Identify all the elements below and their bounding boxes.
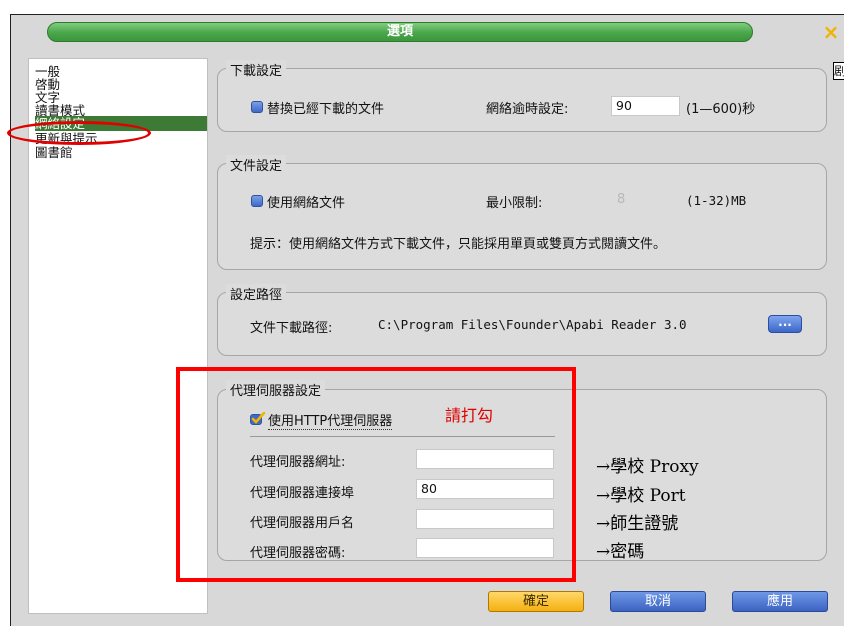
proxy-highlight-box xyxy=(176,367,576,582)
proxy-password-note: →密碼 xyxy=(596,542,645,562)
download-path-value: C:\Program Files\Founder\Apabi Reader 3.… xyxy=(378,317,687,332)
file-hint: 提示：使用網絡文件方式下載文件，只能採用單頁或雙頁方式閱讀文件。 xyxy=(250,237,667,252)
sidebar-item-library[interactable]: 圖書館 xyxy=(35,145,207,160)
replace-downloaded-checkbox[interactable] xyxy=(251,101,263,113)
edge-fragment: 剧 xyxy=(833,62,844,80)
file-settings-title: 文件設定 xyxy=(226,155,287,174)
browse-path-button[interactable]: ... xyxy=(768,315,802,333)
proxy-port-note: →學校 Port xyxy=(596,486,686,506)
min-limit-unit: (1-32)MB xyxy=(686,193,747,208)
use-network-file-checkbox[interactable] xyxy=(251,195,263,207)
path-settings-title: 設定路徑 xyxy=(226,284,287,303)
proxy-address-note: →學校 Proxy xyxy=(596,457,699,477)
download-settings-title: 下載設定 xyxy=(226,60,287,79)
replace-downloaded-label: 替換已經下載的文件 xyxy=(267,102,385,117)
timeout-label: 網絡逾時設定: xyxy=(486,102,569,117)
timeout-unit: (1—600)秒 xyxy=(686,102,756,117)
use-network-file-label: 使用網絡文件 xyxy=(267,196,346,211)
ok-button[interactable]: 確定 xyxy=(488,591,584,612)
apply-button[interactable]: 應用 xyxy=(732,591,828,612)
file-settings-group xyxy=(217,163,827,270)
highlight-ellipse xyxy=(7,121,151,145)
close-icon[interactable]: × xyxy=(818,20,844,44)
cancel-button[interactable]: 取消 xyxy=(610,591,706,612)
dialog-title: 選項 xyxy=(47,22,753,42)
proxy-username-note: →師生證號 xyxy=(596,514,679,534)
min-limit-label: 最小限制: xyxy=(486,196,543,211)
min-limit-value[interactable]: 8 xyxy=(617,192,625,207)
download-path-label: 文件下載路徑: xyxy=(250,321,333,336)
timeout-input[interactable]: 90 xyxy=(611,96,680,116)
